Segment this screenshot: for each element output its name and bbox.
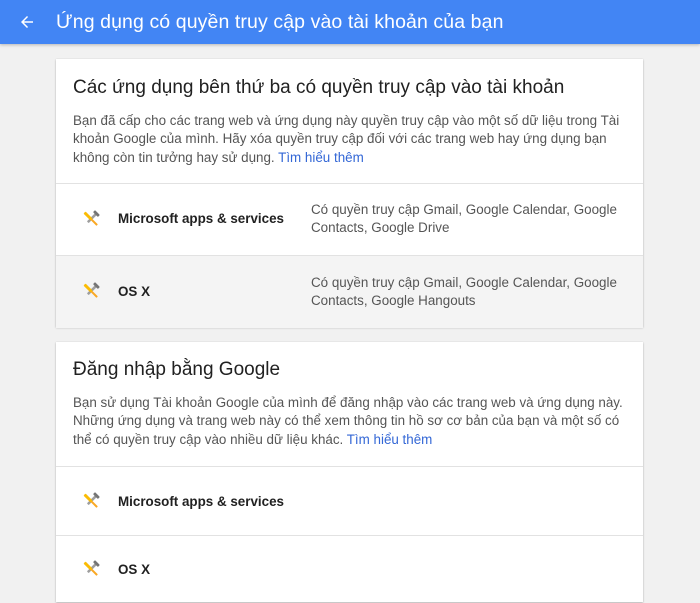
- app-name: OS X: [118, 562, 150, 577]
- app-row-osx[interactable]: OS X Có quyền truy cập Gmail, Google Cal…: [56, 255, 643, 328]
- third-party-section-title: Các ứng dụng bên thứ ba có quyền truy cậ…: [73, 77, 565, 98]
- app-bar: Ứng dụng có quyền truy cập vào tài khoản…: [0, 0, 700, 44]
- tools-icon: [80, 280, 102, 302]
- google-signin-learn-more-link[interactable]: Tìm hiểu thêm: [347, 432, 433, 447]
- signin-row-microsoft[interactable]: Microsoft apps & services: [56, 466, 643, 535]
- tools-icon: [80, 558, 102, 580]
- third-party-learn-more-link[interactable]: Tìm hiểu thêm: [278, 150, 364, 165]
- app-row-microsoft[interactable]: Microsoft apps & services Có quyền truy …: [56, 183, 643, 255]
- signin-row-osx[interactable]: OS X: [56, 535, 643, 603]
- tools-icon: [80, 208, 102, 230]
- app-name: OS X: [118, 284, 150, 299]
- google-signin-card: Đăng nhập bằng Google Bạn sử dụng Tài kh…: [56, 342, 643, 602]
- third-party-apps-card: Các ứng dụng bên thứ ba có quyền truy cậ…: [56, 59, 643, 328]
- google-signin-section-title: Đăng nhập bằng Google: [73, 359, 281, 380]
- third-party-description: Bạn đã cấp cho các trang web và ứng dụng…: [73, 112, 633, 167]
- page-title: Ứng dụng có quyền truy cập vào tài khoản…: [56, 10, 504, 33]
- back-arrow-icon[interactable]: [16, 11, 38, 33]
- app-access-summary: Có quyền truy cập Gmail, Google Calendar…: [311, 202, 617, 235]
- app-name: Microsoft apps & services: [118, 494, 284, 509]
- google-signin-description: Bạn sử dụng Tài khoản Google của mình để…: [73, 394, 633, 449]
- app-access-summary: Có quyền truy cập Gmail, Google Calendar…: [311, 275, 617, 308]
- tools-icon: [80, 490, 102, 512]
- app-name: Microsoft apps & services: [118, 211, 284, 226]
